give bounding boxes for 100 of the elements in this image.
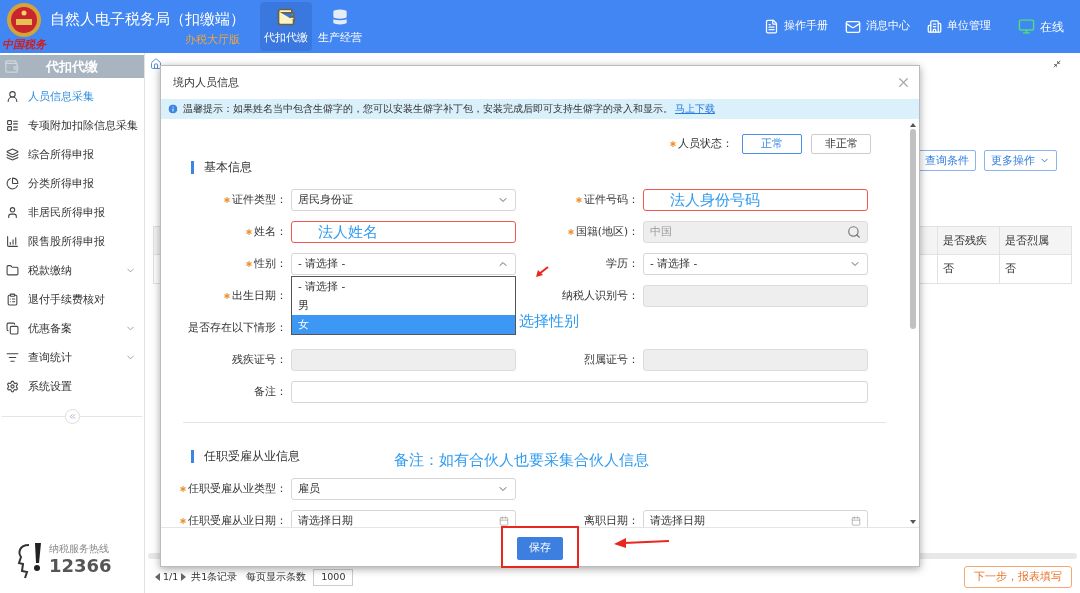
info-icon xyxy=(167,103,179,115)
required-mark-icon xyxy=(246,261,252,267)
menu-icon xyxy=(6,90,19,103)
header-action[interactable]: 消息中心 xyxy=(845,18,910,35)
nav-tab[interactable]: 代扣代缴 xyxy=(260,2,312,51)
restore-icon xyxy=(1053,60,1061,68)
select-field[interactable]: 居民身份证 xyxy=(291,189,516,211)
arrow-icon xyxy=(614,537,670,549)
menu-icon xyxy=(6,380,19,393)
save-button[interactable]: 保存 xyxy=(517,536,563,560)
field-label: 任职受雇从业日期： xyxy=(188,513,287,527)
edition-label: 办税大厅版 xyxy=(185,33,241,47)
home-icon xyxy=(150,58,162,70)
field-label: 出生日期： xyxy=(232,288,287,304)
field-label: 离职日期： xyxy=(584,513,639,527)
menu-icon xyxy=(6,177,19,190)
section-title: 基本信息 xyxy=(204,159,252,176)
sidebar-item[interactable]: 税款缴纳 xyxy=(0,256,144,285)
header-action[interactable]: 单位管理 xyxy=(927,18,991,35)
date-field[interactable]: 请选择日期 xyxy=(291,510,516,527)
menu-icon xyxy=(6,351,19,364)
page-size-label: 每页显示条数 xyxy=(246,569,307,584)
hotline-number: 12366 xyxy=(49,555,112,577)
collapse-button[interactable] xyxy=(64,409,80,424)
required-mark-icon xyxy=(576,197,582,203)
header-action[interactable]: 在线 xyxy=(1018,17,1064,36)
dropdown-option[interactable]: 男 xyxy=(292,296,515,315)
menu-button[interactable]: 更多操作 xyxy=(984,150,1057,171)
annotation-text: 备注：如有合伙人也要采集合伙人信息 xyxy=(394,450,649,471)
table-cell: 否 xyxy=(999,255,1061,283)
field-label: 是否存在以下情形： xyxy=(188,320,287,336)
required-mark-icon xyxy=(567,229,574,235)
sidebar-item[interactable]: 限售股所得申报 xyxy=(0,227,144,256)
select-field[interactable]: - 请选择 - xyxy=(643,253,868,275)
page-size-field[interactable]: 1000 xyxy=(313,568,354,586)
wallet-icon xyxy=(4,59,19,74)
download-link[interactable]: 马上下载 xyxy=(675,101,715,117)
record-count: 共1条记录 xyxy=(191,569,238,584)
sidebar-item[interactable]: 系统设置 xyxy=(0,372,144,401)
mail-icon xyxy=(845,18,861,35)
wallet-icon xyxy=(276,7,296,28)
sidebar-item[interactable]: 专项附加扣除信息采集 xyxy=(0,111,144,140)
sidebar-item[interactable]: 查询统计 xyxy=(0,343,144,372)
previous-page-icon[interactable] xyxy=(155,573,160,581)
page-count: 1/1 xyxy=(163,569,179,584)
menu-icon xyxy=(6,322,19,335)
calendar-icon xyxy=(851,516,861,526)
annotation-text: 选择性别 xyxy=(519,311,579,332)
collapse-icon xyxy=(67,412,77,421)
required-mark-icon xyxy=(224,197,230,203)
logo-text: 中国税务 xyxy=(2,39,46,51)
select-field[interactable]: - 请选择 - xyxy=(291,253,516,275)
status-option[interactable]: 非正常 xyxy=(811,134,871,154)
sidebar-item[interactable]: 优惠备案 xyxy=(0,314,144,343)
menu-icon xyxy=(6,293,19,306)
field-label: 备注： xyxy=(254,384,287,400)
date-field[interactable]: 请选择日期 xyxy=(643,510,868,527)
header-action[interactable]: 操作手册 xyxy=(764,18,828,35)
field-label: 学历： xyxy=(606,256,639,272)
field-label: 残疾证号： xyxy=(232,352,287,368)
menu-icon xyxy=(6,264,19,277)
sidebar-item[interactable]: 人员信息采集 xyxy=(0,82,144,111)
menu-icon xyxy=(6,235,19,248)
menu-icon xyxy=(6,148,19,161)
select-field[interactable]: 雇员 xyxy=(291,478,516,500)
required-mark-icon xyxy=(246,229,252,235)
emblem-icon xyxy=(4,1,44,39)
required-mark-icon xyxy=(180,518,186,524)
field-label: 性别： xyxy=(254,256,287,272)
field-label: 国籍(地区)： xyxy=(575,224,639,240)
close-button[interactable] xyxy=(896,75,911,90)
column-header: 是否烈属 xyxy=(999,227,1061,254)
field-label: 任职受雇从业类型： xyxy=(188,481,287,497)
input-field[interactable] xyxy=(291,381,868,403)
nav-tab[interactable]: 生产经营 xyxy=(314,2,366,51)
monitor-icon xyxy=(1018,18,1035,35)
table-cell: 否 xyxy=(937,255,999,283)
menu-icon xyxy=(6,119,19,132)
field-label: 纳税人识别号： xyxy=(562,288,639,304)
dropdown-option[interactable]: - 请选择 - xyxy=(292,277,515,296)
app-title: 自然人电子税务局（扣缴端） xyxy=(50,9,246,30)
next-page-icon[interactable] xyxy=(181,573,187,581)
sidebar-item[interactable]: 分类所得申报 xyxy=(0,169,144,198)
required-mark-icon xyxy=(224,293,230,299)
hotline-label: 纳税服务热线 xyxy=(49,543,110,555)
field-label: 烈属证号： xyxy=(584,352,639,368)
field-label: 证件号码： xyxy=(584,192,639,208)
document-icon xyxy=(764,19,779,34)
field-label: 姓名： xyxy=(254,224,287,240)
sidebar-item[interactable]: 综合所得申报 xyxy=(0,140,144,169)
sidebar-title: 代扣代缴 xyxy=(46,57,98,76)
required-mark-icon xyxy=(180,486,186,492)
menu-icon xyxy=(6,206,19,219)
field-label: 证件类型： xyxy=(232,192,287,208)
sidebar-item[interactable]: 非居民所得申报 xyxy=(0,198,144,227)
status-option[interactable]: 正常 xyxy=(742,134,802,154)
close-icon xyxy=(896,75,911,90)
sidebar-item[interactable]: 退付手续费核对 xyxy=(0,285,144,314)
column-header: 是否残疾 xyxy=(937,227,999,254)
calendar-icon xyxy=(499,516,509,526)
